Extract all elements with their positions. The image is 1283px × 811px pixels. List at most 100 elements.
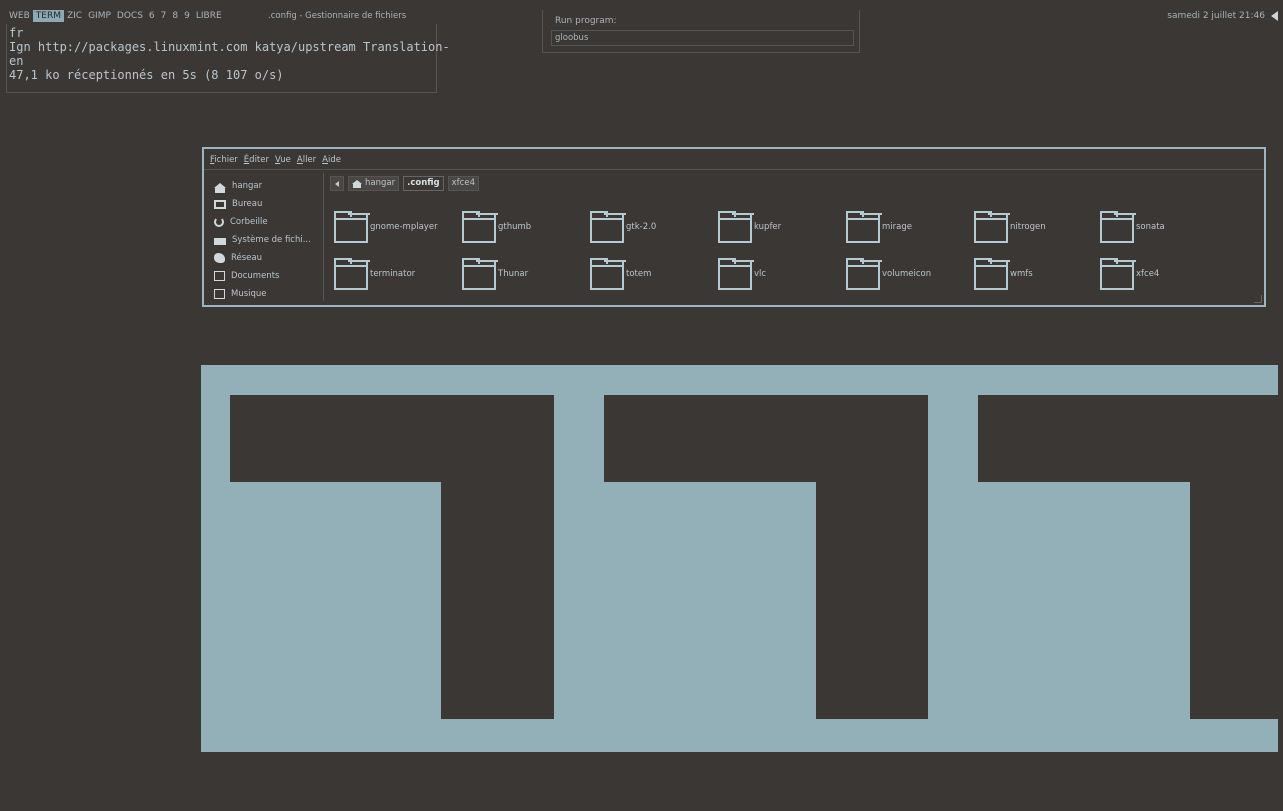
tag-zic[interactable]: ZIC bbox=[64, 10, 85, 22]
run-program-label: Run program: bbox=[555, 16, 617, 26]
folder-label: mirage bbox=[882, 222, 912, 232]
path-label: xfce4 bbox=[451, 178, 475, 188]
folder-label: gnome-mplayer bbox=[370, 222, 438, 232]
tag-8[interactable]: 8 bbox=[169, 10, 181, 22]
folder-icon bbox=[462, 258, 498, 290]
divider[interactable] bbox=[323, 173, 324, 301]
folder-item[interactable]: nitrogen bbox=[974, 211, 1046, 243]
folder-icon bbox=[1100, 211, 1136, 243]
terminal-line: fr bbox=[9, 26, 24, 40]
menu-aller[interactable]: Aller bbox=[297, 155, 316, 165]
active-window-title: .config - Gestionnaire de fichiers bbox=[268, 11, 407, 21]
path-label: hangar bbox=[365, 178, 396, 188]
home-icon bbox=[352, 180, 362, 188]
chevron-left-icon[interactable] bbox=[330, 176, 344, 191]
divider bbox=[204, 169, 1264, 170]
resize-grip-icon[interactable] bbox=[1254, 295, 1262, 303]
home-icon bbox=[214, 181, 226, 193]
sidebar-item-reseau[interactable]: Réseau bbox=[214, 249, 324, 267]
path-bar: hangar .config xfce4 bbox=[330, 176, 479, 191]
tag-web[interactable]: WEB bbox=[6, 10, 33, 22]
icon-view: gnome-mplayer gthumb gtk-2.0 kupfer mira… bbox=[326, 197, 1260, 301]
folder-icon bbox=[590, 258, 626, 290]
folder-item[interactable]: kupfer bbox=[718, 211, 781, 243]
menu-aide[interactable]: Aide bbox=[322, 155, 341, 165]
sidebar-item-label: Réseau bbox=[231, 253, 263, 263]
folder-label: totem bbox=[626, 269, 652, 279]
menu-editer[interactable]: Éditer bbox=[244, 155, 269, 165]
folder-item[interactable]: xfce4 bbox=[1100, 258, 1159, 290]
folder-icon bbox=[334, 211, 370, 243]
folder-label: Thunar bbox=[498, 269, 529, 279]
folder-item[interactable]: mirage bbox=[846, 211, 912, 243]
menu-fichier[interactable]: Fichier bbox=[210, 155, 238, 165]
sidebar-item-bureau[interactable]: Bureau bbox=[214, 195, 324, 213]
folder-icon bbox=[974, 211, 1010, 243]
terminal-line: en bbox=[9, 54, 24, 68]
menu-bar: Fichier Éditer Vue Aller Aide bbox=[210, 155, 341, 165]
sidebar-item-documents[interactable]: Documents bbox=[214, 267, 324, 285]
folder-label: wmfs bbox=[1010, 269, 1033, 279]
run-program-input[interactable] bbox=[551, 30, 854, 46]
workspace-tags: WEB TERM ZIC GIMP DOCS 6 7 8 9 LIBRE bbox=[6, 10, 225, 22]
folder-label: nitrogen bbox=[1010, 222, 1046, 232]
folder-icon bbox=[1100, 258, 1136, 290]
file-manager-window: Fichier Éditer Vue Aller Aide hangar Bur… bbox=[202, 147, 1266, 307]
sidebar-item-label: Système de fichi... bbox=[232, 235, 311, 245]
folder-icon bbox=[462, 211, 498, 243]
folder-label: sonata bbox=[1136, 222, 1165, 232]
tag-docs[interactable]: DOCS bbox=[114, 10, 146, 22]
wallpaper-pattern bbox=[201, 365, 1278, 752]
folder-label: gtk-2.0 bbox=[626, 222, 657, 232]
sidebar-item-corbeille[interactable]: Corbeille bbox=[214, 213, 324, 231]
folder-label: kupfer bbox=[754, 222, 782, 232]
folder-item[interactable]: totem bbox=[590, 258, 651, 290]
folder-icon bbox=[846, 258, 882, 290]
tag-6[interactable]: 6 bbox=[146, 10, 158, 22]
folder-label: terminator bbox=[370, 269, 416, 279]
tag-7[interactable]: 7 bbox=[158, 10, 170, 22]
folder-icon bbox=[718, 258, 754, 290]
folder-item[interactable]: vlc bbox=[718, 258, 766, 290]
folder-item[interactable]: sonata bbox=[1100, 211, 1165, 243]
tag-term[interactable]: TERM bbox=[32, 10, 64, 22]
tag-gimp[interactable]: GIMP bbox=[85, 10, 114, 22]
path-button-xfce4[interactable]: xfce4 bbox=[447, 176, 479, 191]
folder-icon bbox=[974, 258, 1010, 290]
folder-icon bbox=[590, 211, 626, 243]
folder-icon bbox=[718, 211, 754, 243]
menu-vue[interactable]: Vue bbox=[275, 155, 291, 165]
terminal-line: Ign http://packages.linuxmint.com katya/… bbox=[9, 40, 450, 54]
tag-9[interactable]: 9 bbox=[181, 10, 193, 22]
sidebar-item-label: Bureau bbox=[232, 199, 263, 209]
folder-label: xfce4 bbox=[1136, 269, 1160, 279]
folder-item[interactable]: Thunar bbox=[462, 258, 528, 290]
folder-item[interactable]: wmfs bbox=[974, 258, 1033, 290]
arrow-left-icon[interactable] bbox=[1271, 11, 1278, 21]
folder-label: volumeicon bbox=[882, 269, 932, 279]
sidebar-item-label: Documents bbox=[231, 271, 280, 281]
tag-libre[interactable]: LIBRE bbox=[193, 10, 225, 22]
folder-item[interactable]: volumeicon bbox=[846, 258, 931, 290]
folder-icon bbox=[214, 289, 225, 299]
folder-item[interactable]: gthumb bbox=[462, 211, 531, 243]
folder-item[interactable]: gtk-2.0 bbox=[590, 211, 656, 243]
folder-icon bbox=[214, 271, 225, 281]
sidebar: hangar Bureau Corbeille Système de fichi… bbox=[214, 177, 324, 303]
folder-item[interactable]: terminator bbox=[334, 258, 415, 290]
folder-label: gthumb bbox=[498, 222, 532, 232]
sidebar-item-hangar[interactable]: hangar bbox=[214, 177, 324, 195]
run-program-dialog: Run program: bbox=[542, 10, 860, 53]
terminal-line: 47,1 ko réceptionnés en 5s (8 107 o/s) bbox=[9, 68, 284, 82]
drive-icon bbox=[214, 238, 226, 245]
path-label: .config bbox=[407, 178, 440, 188]
folder-icon bbox=[846, 211, 882, 243]
sidebar-item-systeme[interactable]: Système de fichi... bbox=[214, 231, 324, 249]
sidebar-item-musique[interactable]: Musique bbox=[214, 285, 324, 303]
terminal-window[interactable]: fr Ign http://packages.linuxmint.com kat… bbox=[6, 24, 450, 93]
clock: samedi 2 juillet 21:46 bbox=[1167, 11, 1265, 21]
path-button-hangar[interactable]: hangar bbox=[348, 176, 400, 191]
path-button-config[interactable]: .config bbox=[403, 176, 444, 191]
sidebar-item-label: Musique bbox=[231, 289, 267, 299]
folder-item[interactable]: gnome-mplayer bbox=[334, 211, 438, 243]
